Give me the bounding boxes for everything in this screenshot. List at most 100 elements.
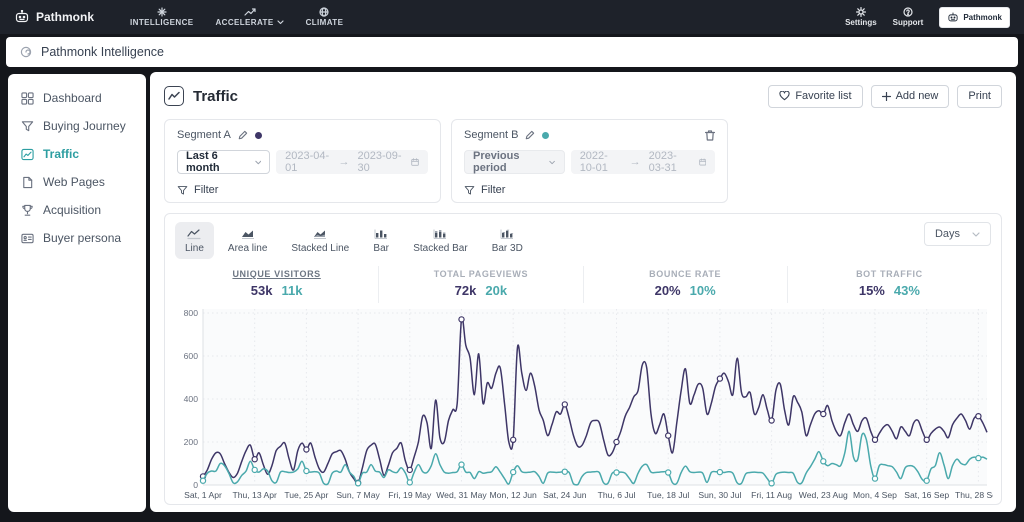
segment-b-period-select[interactable]: Previous period [464,150,565,174]
traffic-title-icon [164,86,184,106]
settings-button[interactable]: Settings [845,7,877,27]
svg-text:Sun, 7 May: Sun, 7 May [336,490,380,500]
stat-label: BOUNCE RATE [649,269,722,279]
svg-text:Tue, 18 Jul: Tue, 18 Jul [647,490,689,500]
add-new-button[interactable]: Add new [870,84,950,108]
funnel-icon [464,185,475,195]
svg-text:Sat, 1 Apr: Sat, 1 Apr [184,490,222,500]
pencil-icon [526,130,535,140]
line-chart-type-icon [187,229,202,240]
sidebar-item-dashboard[interactable]: Dashboard [8,84,146,112]
calendar-icon [411,158,419,166]
svg-text:Tue, 25 Apr: Tue, 25 Apr [284,490,328,500]
robot-icon [948,12,958,21]
app-title: Pathmonk Intelligence [41,45,164,59]
settings-label: Settings [845,18,877,27]
sidebar: Dashboard Buying Journey Traffic Web Pag… [8,74,146,512]
segment-a-name: Segment A [177,129,231,141]
stat-value-b: 10% [689,283,716,298]
segment-b-delete-button[interactable] [705,129,715,141]
account-label: Pathmonk [963,12,1002,22]
tab-stacked-line[interactable]: Stacked Line [281,222,359,259]
funnel-icon [177,185,188,195]
robot-icon [15,10,29,23]
segment-b-dot [542,131,550,139]
segment-a-filter-button[interactable]: Filter [177,184,428,196]
tab-bar-3d[interactable]: Bar 3D [482,222,533,259]
tab-label: Area line [227,243,268,254]
pencil-icon [238,130,248,140]
support-button[interactable]: Support [892,7,924,27]
chevron-down-icon [972,231,980,237]
add-new-label: Add new [895,90,939,102]
sidebar-label: Buying Journey [43,119,126,133]
support-label: Support [892,18,924,27]
sidebar-label: Acquisition [43,203,102,217]
tab-label: Bar [373,243,389,254]
top-nav: INTELLIGENCE ACCELERATE CLIMATE [130,7,343,27]
svg-text:800: 800 [184,308,199,318]
globe-icon [319,7,330,17]
tab-area-line[interactable]: Area line [218,222,277,259]
stat-value-a: 53k [250,283,273,298]
pathmonk-account-button[interactable]: Pathmonk [939,6,1010,28]
sidebar-item-buying-journey[interactable]: Buying Journey [8,112,146,140]
trend-icon [243,8,256,16]
stat-unique-visitors[interactable]: UNIQUE VISITORS 53k 11k [175,266,378,303]
chart-type-tabs: Line Area line Stacked Line Bar Stacked … [175,222,533,259]
nav-climate[interactable]: CLIMATE [306,7,344,27]
chevron-down-icon [254,160,261,164]
line-chart-svg: Sat, 1 Apr Thu, 13 Apr Tue, 25 Apr Sun, 7 M… [184,308,1002,500]
tab-bar[interactable]: Bar [363,222,399,259]
stacked-line-type-icon [314,230,327,239]
svg-text:Sat, 16 Sep: Sat, 16 Sep [904,490,949,500]
interval-value: Days [934,228,960,240]
svg-text:600: 600 [184,351,199,361]
interval-select[interactable]: Days [923,222,991,246]
sidebar-item-web-pages[interactable]: Web Pages [8,168,146,196]
grid-icon [21,91,34,105]
sidebar-item-buyer-persona[interactable]: Buyer persona [8,224,146,252]
id-card-icon [21,233,34,243]
funnel-icon [21,120,34,131]
tab-label: Line [185,243,204,254]
sidebar-item-traffic[interactable]: Traffic [8,140,146,168]
svg-text:Thu, 6 Jul: Thu, 6 Jul [598,490,636,500]
bar-3d-type-icon [500,229,514,239]
nav-accelerate[interactable]: ACCELERATE [215,7,284,27]
sidebar-item-acquisition[interactable]: Acquisition [8,196,146,224]
nav-label: ACCELERATE [215,18,274,27]
segment-b-filter-button[interactable]: Filter [464,184,715,196]
document-icon [23,176,33,188]
favorite-list-button[interactable]: Favorite list [768,84,863,108]
nav-intelligence[interactable]: INTELLIGENCE [130,7,193,27]
segment-b-card: Segment B Previous period 2022-10-01 → 2… [451,119,728,203]
stacked-bar-type-icon [433,229,447,239]
svg-text:Fri, 11 Aug: Fri, 11 Aug [751,490,792,500]
stat-label: TOTAL PAGEVIEWS [433,269,529,279]
page-title: Traffic [193,87,239,105]
segment-a-date-range[interactable]: 2023-04-01 → 2023-09-30 [276,150,428,174]
stat-bot-traffic[interactable]: BOT TRAFFIC 15% 43% [786,266,991,303]
app-bar: Pathmonk Intelligence [6,37,1018,67]
segment-b-edit-button[interactable] [525,130,535,140]
stat-label: BOT TRAFFIC [856,269,923,279]
segment-a-edit-button[interactable] [238,130,248,140]
segment-a-period-select[interactable]: Last 6 month [177,150,271,174]
traffic-chart-card: Line Area line Stacked Line Bar Stacked … [164,213,1002,505]
svg-text:Sun, 30 Jul: Sun, 30 Jul [698,490,741,500]
topbar-actions: Settings Support Pathmonk [845,6,1010,28]
tab-line[interactable]: Line [175,222,214,259]
print-button[interactable]: Print [957,84,1002,108]
print-label: Print [968,90,991,102]
brand-logo[interactable]: Pathmonk [14,10,94,24]
segment-b-date-range[interactable]: 2022-10-01 → 2023-03-31 [570,150,715,174]
traffic-line-chart: Sat, 1 Apr Thu, 13 Apr Tue, 25 Apr Sun, 7 M… [175,307,1002,512]
pathmonk-intelligence-icon [20,46,32,58]
tab-stacked-bar[interactable]: Stacked Bar [403,222,477,259]
segment-b-name: Segment B [464,129,519,141]
segments-row: Segment A Last 6 month 2023-04-01 → 2023… [164,119,1002,203]
stat-bounce-rate[interactable]: BOUNCE RATE 20% 10% [582,266,787,303]
stat-total-pageviews[interactable]: TOTAL PAGEVIEWS 72k 20k [378,266,582,303]
svg-text:Sat, 24 Jun: Sat, 24 Jun [543,490,587,500]
